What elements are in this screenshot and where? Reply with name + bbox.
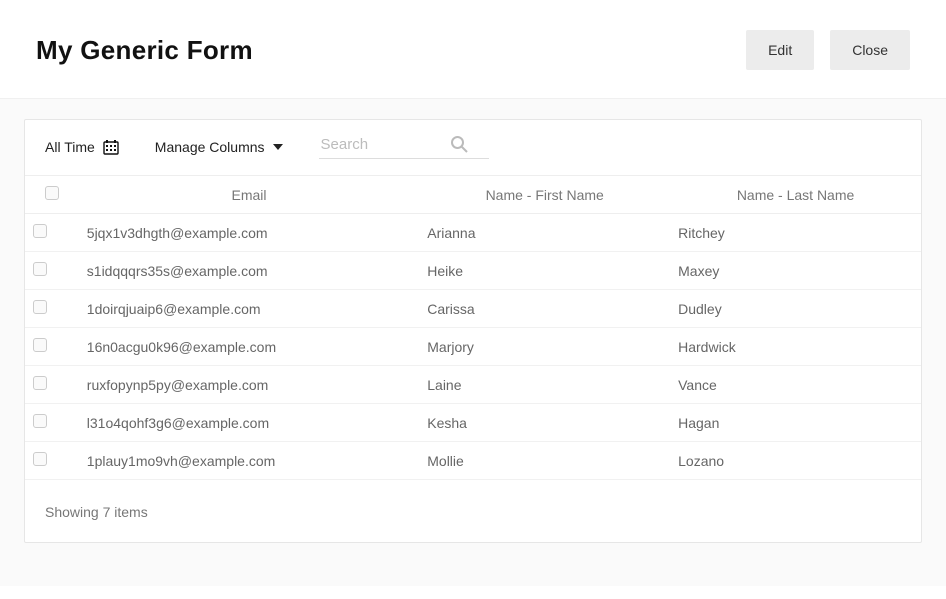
cell-last-name: Lozano [670,442,921,480]
row-checkbox[interactable] [33,338,47,352]
row-checkbox[interactable] [33,224,47,238]
row-checkbox-cell [25,328,79,366]
date-filter-label: All Time [45,139,95,155]
col-header-checkbox [25,176,79,214]
cell-last-name: Ritchey [670,214,921,252]
row-checkbox[interactable] [33,452,47,466]
cell-first-name: Heike [419,252,670,290]
row-checkbox[interactable] [33,300,47,314]
row-checkbox-cell [25,442,79,480]
row-checkbox[interactable] [33,376,47,390]
table-row[interactable]: 16n0acgu0k96@example.comMarjoryHardwick [25,328,921,366]
search-icon[interactable] [449,134,469,154]
cell-email: 1doirqjuaip6@example.com [79,290,419,328]
close-button[interactable]: Close [830,30,910,70]
cell-first-name: Laine [419,366,670,404]
cell-first-name: Kesha [419,404,670,442]
row-checkbox-cell [25,214,79,252]
header-buttons: Edit Close [746,30,910,70]
cell-email: 16n0acgu0k96@example.com [79,328,419,366]
row-checkbox-cell [25,366,79,404]
col-header-first-name[interactable]: Name - First Name [419,176,670,214]
header-bar: My Generic Form Edit Close [0,0,946,99]
cell-email: 5jqx1v3dhgth@example.com [79,214,419,252]
table-row[interactable]: ruxfopynp5py@example.comLaineVance [25,366,921,404]
cell-first-name: Arianna [419,214,670,252]
manage-columns-label: Manage Columns [155,139,265,155]
cell-last-name: Hardwick [670,328,921,366]
select-all-checkbox[interactable] [45,186,59,200]
table-row[interactable]: s1idqqqrs35s@example.comHeikeMaxey [25,252,921,290]
search-input[interactable] [319,135,449,154]
cell-first-name: Marjory [419,328,670,366]
table-row[interactable]: l31o4qohf3g6@example.comKeshaHagan [25,404,921,442]
row-checkbox[interactable] [33,414,47,428]
table-row[interactable]: 5jqx1v3dhgth@example.comAriannaRitchey [25,214,921,252]
cell-last-name: Hagan [670,404,921,442]
cell-last-name: Dudley [670,290,921,328]
toolbar: All Time Manage Columns [25,120,921,169]
edit-button[interactable]: Edit [746,30,814,70]
cell-first-name: Mollie [419,442,670,480]
date-filter[interactable]: All Time [45,139,119,155]
search-field [319,134,489,159]
cell-first-name: Carissa [419,290,670,328]
table-row[interactable]: 1plauy1mo9vh@example.comMollieLozano [25,442,921,480]
table-footer-summary: Showing 7 items [25,479,921,542]
cell-email: l31o4qohf3g6@example.com [79,404,419,442]
row-checkbox-cell [25,290,79,328]
col-header-last-name[interactable]: Name - Last Name [670,176,921,214]
row-checkbox[interactable] [33,262,47,276]
data-panel: All Time Manage Columns [24,119,922,543]
page-title: My Generic Form [36,35,253,66]
cell-email: ruxfopynp5py@example.com [79,366,419,404]
col-header-email[interactable]: Email [79,176,419,214]
cell-last-name: Maxey [670,252,921,290]
cell-email: s1idqqqrs35s@example.com [79,252,419,290]
data-table: Email Name - First Name Name - Last Name… [25,175,921,479]
row-checkbox-cell [25,404,79,442]
table-row[interactable]: 1doirqjuaip6@example.comCarissaDudley [25,290,921,328]
cell-email: 1plauy1mo9vh@example.com [79,442,419,480]
content-area: All Time Manage Columns [0,99,946,586]
row-checkbox-cell [25,252,79,290]
calendar-icon [103,139,119,155]
chevron-down-icon [273,144,283,150]
cell-last-name: Vance [670,366,921,404]
manage-columns[interactable]: Manage Columns [155,139,283,155]
